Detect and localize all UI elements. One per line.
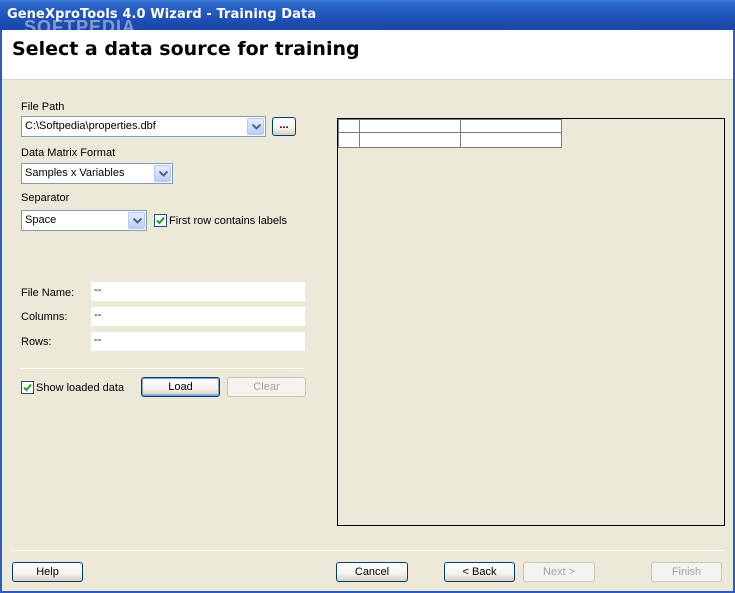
finish-button[interactable]: Finish — [651, 562, 722, 582]
file-path-label: File Path — [21, 101, 65, 113]
info-divider — [20, 368, 304, 369]
chevron-down-icon[interactable] — [247, 118, 264, 135]
file-name-value: -- — [91, 282, 305, 301]
chevron-down-icon[interactable] — [154, 165, 171, 182]
wizard-header: Select a data source for training — [2, 30, 733, 80]
window-frame-left — [0, 30, 2, 593]
window-title: GeneXproTools 4.0 Wizard - Training Data — [7, 7, 317, 22]
data-matrix-format-label: Data Matrix Format — [21, 147, 116, 159]
columns-label: Columns: — [21, 311, 68, 323]
browse-button[interactable]: ... — [272, 117, 296, 136]
footer-divider — [11, 550, 724, 551]
show-loaded-data-checkbox[interactable] — [21, 381, 34, 394]
data-matrix-format-value: Samples x Variables — [25, 167, 125, 179]
separator-label: Separator — [21, 192, 70, 204]
page-title: Select a data source for training — [12, 38, 360, 60]
grid-cell[interactable] — [359, 132, 461, 148]
table-row — [338, 132, 562, 148]
checkmark-icon — [23, 383, 32, 392]
first-row-labels-checkbox[interactable] — [154, 214, 167, 227]
clear-button[interactable]: Clear — [227, 377, 306, 397]
grid-row-header[interactable] — [338, 132, 360, 148]
show-loaded-data-label: Show loaded data — [36, 382, 125, 394]
data-grid-table — [338, 119, 562, 148]
chevron-down-icon[interactable] — [128, 212, 145, 229]
columns-value: -- — [91, 307, 305, 326]
file-name-label: File Name: — [21, 287, 75, 299]
separator-value: Space — [25, 214, 57, 226]
help-button[interactable]: Help — [12, 562, 83, 582]
grid-corner-cell[interactable] — [338, 119, 360, 133]
load-button[interactable]: Load — [141, 377, 220, 397]
grid-cell[interactable] — [460, 132, 562, 148]
file-path-combo[interactable]: C:\Softpedia\properties.dbf — [21, 116, 266, 137]
data-grid[interactable] — [337, 118, 725, 526]
separator-select[interactable]: Space — [21, 210, 147, 231]
rows-label: Rows: — [21, 336, 52, 348]
checkmark-icon — [156, 216, 165, 225]
file-path-value: C:\Softpedia\properties.dbf — [25, 120, 156, 132]
rows-value: -- — [91, 332, 305, 351]
back-button[interactable]: < Back — [444, 562, 515, 582]
cancel-button[interactable]: Cancel — [336, 562, 408, 582]
grid-column-header[interactable] — [359, 119, 461, 133]
grid-column-header[interactable] — [460, 119, 562, 133]
next-button[interactable]: Next > — [523, 562, 595, 582]
data-matrix-format-select[interactable]: Samples x Variables — [21, 163, 173, 184]
first-row-labels-label: First row contains labels — [169, 215, 287, 227]
table-row — [338, 119, 562, 133]
window-titlebar[interactable]: GeneXproTools 4.0 Wizard - Training Data — [0, 0, 735, 30]
